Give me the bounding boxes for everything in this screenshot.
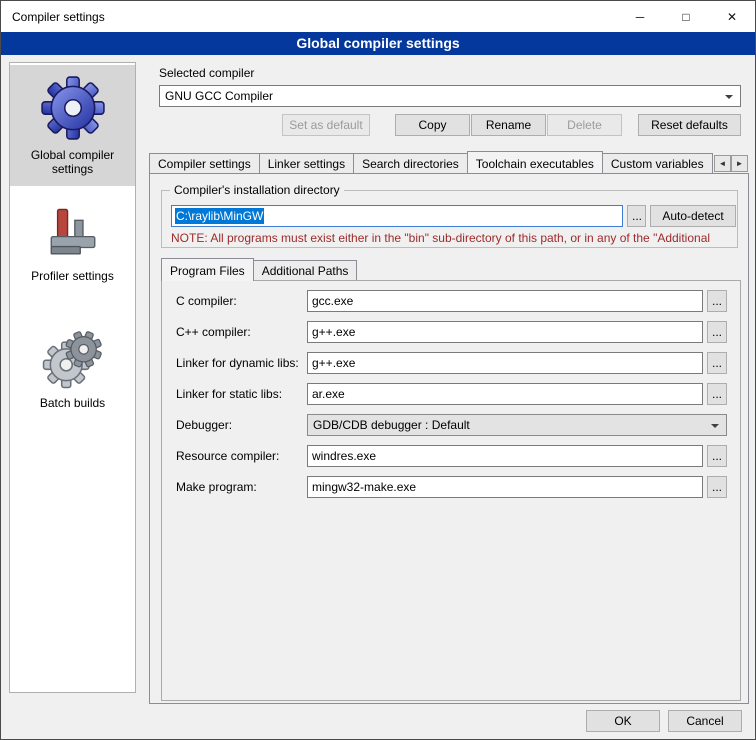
tab-scroll-left-icon[interactable]: ◄ xyxy=(714,155,731,172)
sidebar-item-label: Global compiler settings xyxy=(13,148,132,176)
tab-linker-settings[interactable]: Linker settings xyxy=(259,153,354,173)
make-program-label: Make program: xyxy=(176,476,257,498)
c-compiler-input[interactable] xyxy=(307,290,703,312)
sidebar: Global compiler settings Profiler settin… xyxy=(9,62,136,693)
compiler-selected-value: GNU GCC Compiler xyxy=(165,89,273,103)
profiler-tool-icon xyxy=(44,204,102,262)
compiler-settings-window: Compiler settings ─ □ ✕ Global compiler … xyxy=(0,0,756,740)
rename-button[interactable]: Rename xyxy=(471,114,546,136)
resource-compiler-label: Resource compiler: xyxy=(176,445,279,467)
cpp-compiler-input[interactable] xyxy=(307,321,703,343)
resource-compiler-input[interactable] xyxy=(307,445,703,467)
tab-program-files[interactable]: Program Files xyxy=(161,258,254,281)
browse-directory-button[interactable]: ... xyxy=(627,205,646,227)
set-as-default-button[interactable]: Set as default xyxy=(282,114,370,136)
tab-compiler-settings[interactable]: Compiler settings xyxy=(149,153,260,173)
browse-make-program-button[interactable]: ... xyxy=(707,476,727,498)
browse-linker-dynamic-button[interactable]: ... xyxy=(707,352,727,374)
gear-icon xyxy=(40,75,106,141)
program-files-panel: C compiler: ... C++ compiler: ... Linker… xyxy=(161,280,741,701)
chevron-down-icon xyxy=(725,95,733,103)
tab-scroll-right-icon[interactable]: ► xyxy=(731,155,748,172)
minimize-button[interactable]: ─ xyxy=(617,1,663,32)
linker-static-input[interactable] xyxy=(307,383,703,405)
tab-custom-variables[interactable]: Custom variables xyxy=(602,153,713,173)
auto-detect-button[interactable]: Auto-detect xyxy=(650,205,736,227)
titlebar: Compiler settings ─ □ ✕ xyxy=(1,1,755,32)
batch-builds-gears-icon xyxy=(42,327,104,389)
browse-linker-static-button[interactable]: ... xyxy=(707,383,727,405)
c-compiler-label: C compiler: xyxy=(176,290,237,312)
sidebar-item-label: Batch builds xyxy=(40,396,105,410)
copy-button[interactable]: Copy xyxy=(395,114,470,136)
browse-c-compiler-button[interactable]: ... xyxy=(707,290,727,312)
browse-resource-compiler-button[interactable]: ... xyxy=(707,445,727,467)
cancel-button[interactable]: Cancel xyxy=(668,710,742,732)
debugger-selected-value: GDB/CDB debugger : Default xyxy=(313,418,470,432)
make-program-input[interactable] xyxy=(307,476,703,498)
selected-compiler-label: Selected compiler xyxy=(159,66,254,80)
tab-build-options[interactable]: Build xyxy=(712,153,713,173)
groupbox-title: Compiler's installation directory xyxy=(170,183,344,197)
page-title: Global compiler settings xyxy=(1,32,755,55)
cpp-compiler-label: C++ compiler: xyxy=(176,321,251,343)
installation-directory-groupbox: Compiler's installation directory C:\ray… xyxy=(161,190,738,248)
tab-search-directories[interactable]: Search directories xyxy=(353,153,468,173)
window-title: Compiler settings xyxy=(1,10,105,24)
installation-directory-input[interactable]: C:\raylib\MinGW xyxy=(171,205,623,227)
settings-tabstrip: Compiler settings Linker settings Search… xyxy=(149,150,713,173)
compiler-select[interactable]: GNU GCC Compiler xyxy=(159,85,741,107)
tab-additional-paths[interactable]: Additional Paths xyxy=(253,260,358,280)
delete-button[interactable]: Delete xyxy=(547,114,622,136)
note-text: NOTE: All programs must exist either in … xyxy=(171,231,731,245)
debugger-label: Debugger: xyxy=(176,414,232,436)
linker-static-label: Linker for static libs: xyxy=(176,383,282,405)
maximize-button[interactable]: □ xyxy=(663,1,709,32)
installation-directory-value: C:\raylib\MinGW xyxy=(175,208,264,224)
sidebar-item-profiler-settings[interactable]: Profiler settings xyxy=(10,194,135,293)
reset-defaults-button[interactable]: Reset defaults xyxy=(638,114,741,136)
program-files-tabstrip: Program Files Additional Paths xyxy=(161,258,356,280)
sidebar-item-global-compiler-settings[interactable]: Global compiler settings xyxy=(10,65,135,186)
browse-cpp-compiler-button[interactable]: ... xyxy=(707,321,727,343)
ok-button[interactable]: OK xyxy=(586,710,660,732)
sidebar-item-label: Profiler settings xyxy=(31,269,114,283)
sidebar-item-batch-builds[interactable]: Batch builds xyxy=(10,317,135,420)
window-controls: ─ □ ✕ xyxy=(617,1,755,32)
close-button[interactable]: ✕ xyxy=(709,1,755,32)
linker-dynamic-input[interactable] xyxy=(307,352,703,374)
linker-dynamic-label: Linker for dynamic libs: xyxy=(176,352,299,374)
chevron-down-icon xyxy=(711,424,719,432)
tab-toolchain-executables[interactable]: Toolchain executables xyxy=(467,151,603,173)
debugger-select[interactable]: GDB/CDB debugger : Default xyxy=(307,414,727,436)
